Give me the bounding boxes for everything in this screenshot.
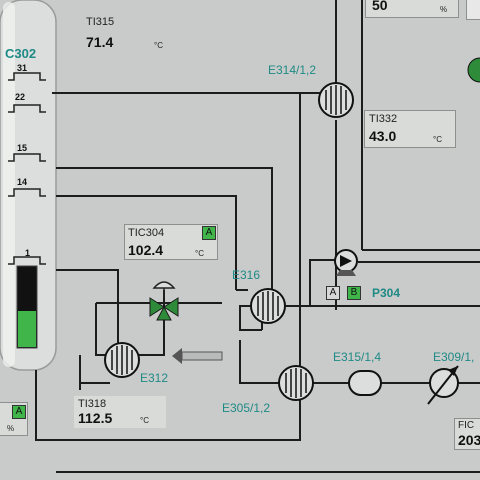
pump-mode-a-button[interactable]: A: [326, 286, 340, 300]
ti318-panel[interactable]: TI318 112.5 °C: [74, 396, 166, 428]
top-display-unit: %: [440, 5, 448, 14]
ti315-tag: TI315: [86, 16, 115, 28]
ti315-value: 71.4: [86, 34, 114, 50]
e312-label: E312: [140, 371, 169, 385]
top-display-value: 50: [372, 0, 388, 13]
tic304-unit: °C: [195, 249, 204, 258]
exchanger-e315-icon[interactable]: [348, 370, 382, 396]
e314-label: E314/1,2: [268, 63, 317, 77]
ti332-value: 43.0: [369, 128, 397, 144]
pump-p304-icon[interactable]: [334, 249, 358, 276]
ti332-tag: TI332: [369, 113, 398, 125]
e309-label: E309/1,: [433, 350, 475, 364]
pump-mode-b-button[interactable]: B: [347, 286, 361, 300]
tic304-value: 102.4: [128, 242, 164, 258]
tic304-mode-button[interactable]: A: [202, 226, 216, 240]
tray-number: 14: [17, 177, 28, 187]
tray-number: 15: [17, 143, 28, 153]
left-display-unit: %: [7, 424, 15, 433]
fic-value: 203: [458, 432, 480, 448]
top-display[interactable]: 50 %: [365, 0, 459, 18]
tic304-tag: TIC304: [128, 227, 165, 239]
exchanger-e312-icon[interactable]: [104, 342, 140, 378]
pump-label: P304: [372, 286, 401, 300]
top-display-edge: [466, 0, 480, 20]
level-indicator: [16, 265, 38, 349]
ti318-value: 112.5: [78, 410, 113, 426]
exchanger-e314-icon[interactable]: [318, 82, 354, 118]
ti332-panel[interactable]: TI332 43.0 °C: [364, 110, 456, 148]
ti332-unit: °C: [433, 135, 442, 144]
column-label: C302: [5, 46, 37, 61]
fic-display[interactable]: FIC 203: [454, 418, 480, 450]
ti318-tag: TI318: [78, 398, 107, 410]
ti318-unit: °C: [140, 416, 149, 425]
exchanger-e305-icon[interactable]: [278, 365, 314, 401]
flow-arrow: [172, 348, 223, 364]
ti315-unit: °C: [154, 41, 163, 50]
cooler-e309-icon[interactable]: [427, 365, 459, 405]
fic-tag: FIC: [458, 420, 475, 431]
exchanger-e316-icon[interactable]: [250, 288, 286, 324]
e316-label: E316: [232, 268, 261, 282]
tray-number: 1: [25, 248, 31, 258]
left-display-mode-button[interactable]: A: [12, 405, 26, 419]
tray-number: 22: [15, 92, 26, 102]
e315-label: E315/1,4: [333, 350, 382, 364]
tray-number: 31: [17, 63, 28, 73]
e305-label: E305/1,2: [222, 401, 271, 415]
status-lamp-icon: [467, 57, 480, 83]
ti315-panel[interactable]: TI315 71.4 °C: [84, 14, 194, 54]
